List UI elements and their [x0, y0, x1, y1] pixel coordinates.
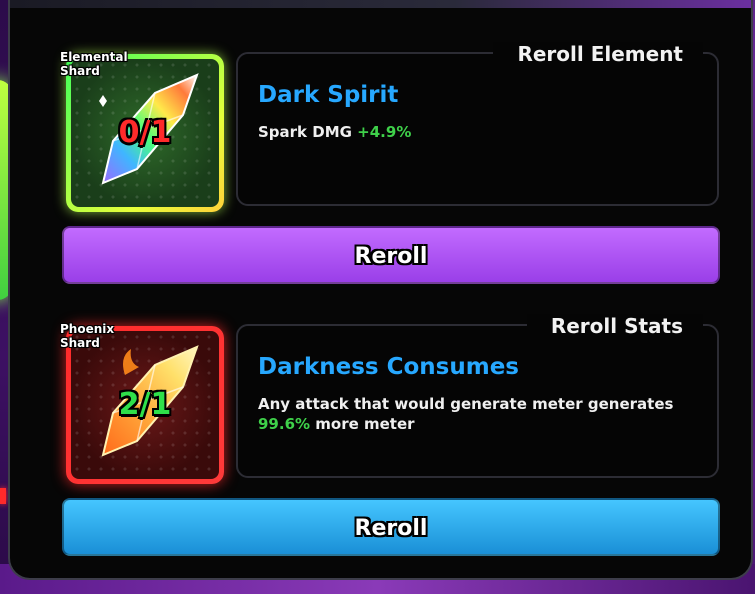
shard-slot-inner: 0/1 [71, 59, 219, 207]
panel-top-bar [10, 0, 751, 8]
shard-count: 0/1 [118, 115, 172, 150]
info-box: Reroll Stats Darkness Consumes Any attac… [236, 314, 719, 478]
stat-value: 99.6% [258, 415, 311, 433]
section-header: Reroll Element [493, 42, 703, 66]
shard-slot-inner: 2/1 [71, 331, 219, 479]
element-description: Spark DMG +4.9% [258, 122, 708, 142]
stat-value: +4.9% [357, 123, 412, 141]
desc-after: more meter [310, 415, 415, 433]
info-box: Reroll Element Dark Spirit Spark DMG +4.… [236, 42, 719, 206]
stat-description: Any attack that would generate meter gen… [258, 394, 708, 434]
reroll-element-button[interactable]: Reroll [62, 226, 720, 284]
desc-text: Spark DMG [258, 123, 358, 141]
stat-title: Darkness Consumes [258, 354, 519, 380]
reroll-panel: 0/1 Elemental Shard Reroll Element Dark … [8, 0, 753, 580]
shard-count: 2/1 [118, 387, 172, 422]
element-title: Dark Spirit [258, 82, 399, 108]
section-header: Reroll Stats [526, 314, 703, 338]
shard-name: Elemental Shard [60, 50, 128, 78]
side-panel-marker [0, 488, 6, 504]
shard-name: Phoenix Shard [60, 322, 115, 350]
desc-text: Any attack that would generate meter gen… [258, 395, 674, 413]
reroll-stats-button[interactable]: Reroll [62, 498, 720, 556]
